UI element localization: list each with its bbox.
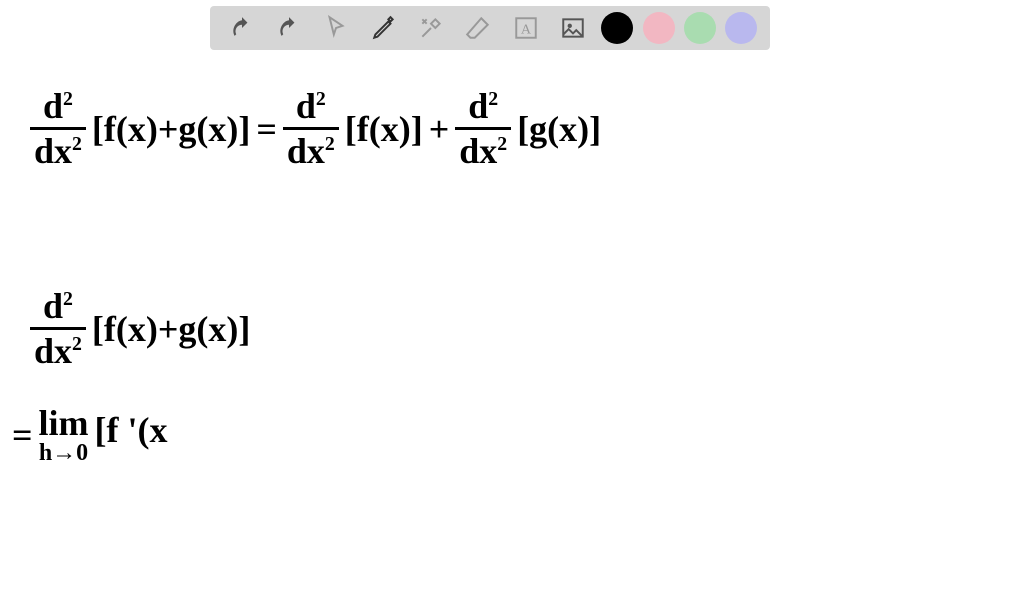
frac-den: dx xyxy=(34,131,72,171)
color-black[interactable] xyxy=(601,12,633,44)
limit-sub: h→0 xyxy=(39,441,88,465)
redo-icon xyxy=(276,15,302,41)
bracket-gx: [g(x)] xyxy=(517,108,601,150)
pen-button[interactable] xyxy=(365,9,403,47)
pointer-button[interactable] xyxy=(317,9,355,47)
equals-sign: = xyxy=(256,108,277,150)
fraction-d2dx2-1: d2 dx2 xyxy=(30,85,86,172)
plus-sign: + xyxy=(429,108,450,150)
undo-icon xyxy=(229,15,255,41)
undo-button[interactable] xyxy=(223,9,261,47)
limit-expression: [f '(x xyxy=(95,409,168,451)
color-purple[interactable] xyxy=(725,12,757,44)
frac-num: d xyxy=(468,86,488,126)
equation-line-3: = lim h→0 [f '(x xyxy=(12,405,167,465)
equals-sign-2: = xyxy=(12,414,33,456)
bracket-fx-gx: [f(x)+g(x)] xyxy=(92,108,250,150)
svg-text:A: A xyxy=(521,21,532,37)
fraction-d2dx2-3: d2 dx2 xyxy=(455,85,511,172)
drawing-toolbar: A xyxy=(210,6,770,50)
eraser-button[interactable] xyxy=(459,9,497,47)
image-icon xyxy=(560,15,586,41)
fraction-d2dx2-2: d2 dx2 xyxy=(283,85,339,172)
frac-den: dx xyxy=(287,131,325,171)
limit-label: lim xyxy=(39,405,89,441)
frac-num: d xyxy=(43,286,63,326)
text-button[interactable]: A xyxy=(507,9,545,47)
bracket-fx-gx-2: [f(x)+g(x)] xyxy=(92,308,250,350)
redo-button[interactable] xyxy=(270,9,308,47)
color-pink[interactable] xyxy=(643,12,675,44)
eraser-icon xyxy=(465,15,491,41)
frac-den-sup: 2 xyxy=(497,133,507,155)
frac-num-sup: 2 xyxy=(488,88,498,110)
tools-icon xyxy=(418,15,444,41)
frac-den: dx xyxy=(459,131,497,171)
text-icon: A xyxy=(513,15,539,41)
image-button[interactable] xyxy=(554,9,592,47)
bracket-fx: [f(x)] xyxy=(345,108,423,150)
frac-num-sup: 2 xyxy=(63,88,73,110)
equation-line-1: d2 dx2 [f(x)+g(x)] = d2 dx2 [f(x)] + d2 … xyxy=(30,85,601,172)
frac-num-sup: 2 xyxy=(316,88,326,110)
frac-num-sup: 2 xyxy=(63,288,73,310)
equation-line-2: d2 dx2 [f(x)+g(x)] xyxy=(30,285,250,372)
tools-button[interactable] xyxy=(412,9,450,47)
pointer-icon xyxy=(323,15,349,41)
frac-num: d xyxy=(43,86,63,126)
frac-den: dx xyxy=(34,331,72,371)
frac-num: d xyxy=(296,86,316,126)
frac-den-sup: 2 xyxy=(325,133,335,155)
fraction-d2dx2-4: d2 dx2 xyxy=(30,285,86,372)
color-green[interactable] xyxy=(684,12,716,44)
frac-den-sup: 2 xyxy=(72,133,82,155)
whiteboard-canvas[interactable]: d2 dx2 [f(x)+g(x)] = d2 dx2 [f(x)] + d2 … xyxy=(0,55,1024,610)
frac-den-sup: 2 xyxy=(72,333,82,355)
pen-icon xyxy=(371,15,397,41)
